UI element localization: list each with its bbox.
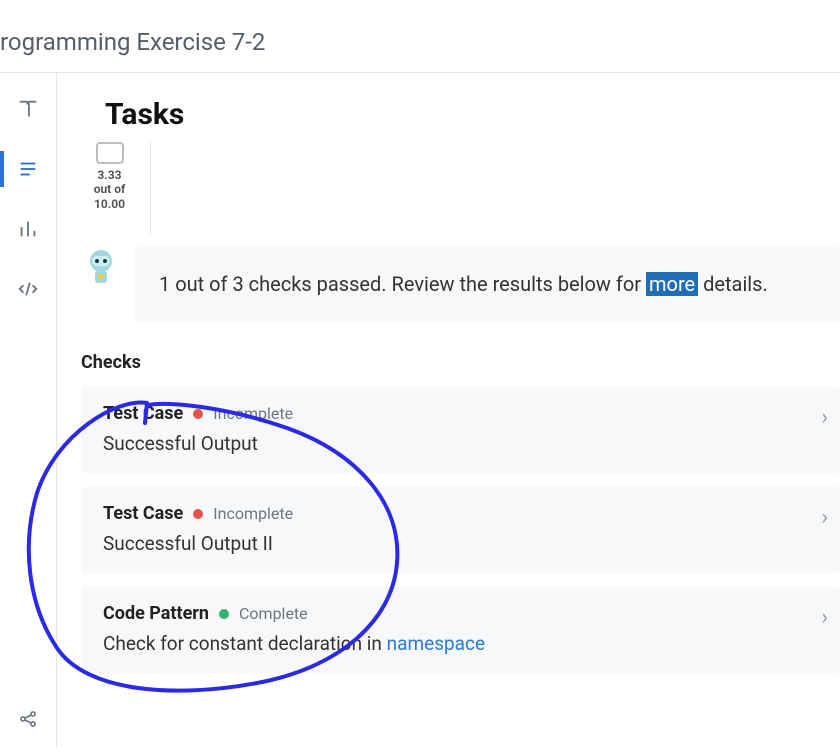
- check-header: Test Case Incomplete: [103, 503, 818, 524]
- code-icon[interactable]: [16, 277, 40, 301]
- checks-heading: Checks: [81, 352, 840, 373]
- chevron-right-icon: ›: [821, 405, 828, 430]
- check-status-label: Incomplete: [213, 504, 293, 523]
- score-area: 3.33 out of 10.00: [81, 142, 840, 235]
- message-text-before: 1 out of 3 checks passed. Review the res…: [159, 272, 646, 296]
- check-header: Code Pattern Complete: [103, 603, 818, 624]
- score-box: 3.33 out of 10.00: [81, 142, 151, 235]
- check-type-label: Code Pattern: [103, 603, 209, 624]
- message-text-after: details.: [698, 272, 768, 296]
- tasks-heading: Tasks: [81, 73, 840, 142]
- main-panel: Tasks 3.33 out of 10.00: [56, 73, 840, 747]
- namespace-link[interactable]: namespace: [387, 632, 485, 655]
- status-dot-icon: [219, 609, 229, 619]
- check-description: Successful Output: [103, 432, 818, 455]
- message-row: 1 out of 3 checks passed. Review the res…: [81, 247, 840, 322]
- page-title: rogramming Exercise 7-2: [0, 0, 840, 72]
- check-status-label: Incomplete: [213, 404, 293, 423]
- check-item-2[interactable]: Test Case Incomplete Successful Output I…: [81, 487, 840, 573]
- book-icon[interactable]: [16, 97, 40, 121]
- check-description: Successful Output II: [103, 532, 818, 555]
- check-description-prefix: Check for constant declaration in: [103, 632, 387, 655]
- check-type-label: Test Case: [103, 403, 183, 424]
- list-icon[interactable]: [16, 157, 40, 181]
- status-dot-icon: [193, 409, 203, 419]
- check-status-label: Complete: [239, 604, 308, 623]
- check-type-label: Test Case: [103, 503, 183, 524]
- layout: Tasks 3.33 out of 10.00: [0, 73, 840, 747]
- status-dot-icon: [193, 509, 203, 519]
- robot-avatar: [81, 247, 121, 287]
- chevron-right-icon: ›: [821, 605, 828, 630]
- more-link[interactable]: more: [646, 272, 698, 296]
- result-message: 1 out of 3 checks passed. Review the res…: [135, 247, 840, 322]
- check-item-3[interactable]: Code Pattern Complete Check for constant…: [81, 587, 840, 673]
- check-header: Test Case Incomplete: [103, 403, 818, 424]
- score-out-of-label: out of: [94, 182, 126, 196]
- score-card-icon: [96, 142, 124, 164]
- sidebar: [0, 73, 56, 747]
- score-value: 3.33: [97, 168, 121, 182]
- score-total: 10.00: [94, 197, 125, 211]
- share-icon[interactable]: [16, 707, 40, 731]
- chart-icon[interactable]: [16, 217, 40, 241]
- chevron-right-icon: ›: [821, 505, 828, 530]
- check-description: Check for constant declaration in namesp…: [103, 632, 818, 655]
- sidebar-bottom: [16, 707, 40, 731]
- check-item-1[interactable]: Test Case Incomplete Successful Output ›: [81, 387, 840, 473]
